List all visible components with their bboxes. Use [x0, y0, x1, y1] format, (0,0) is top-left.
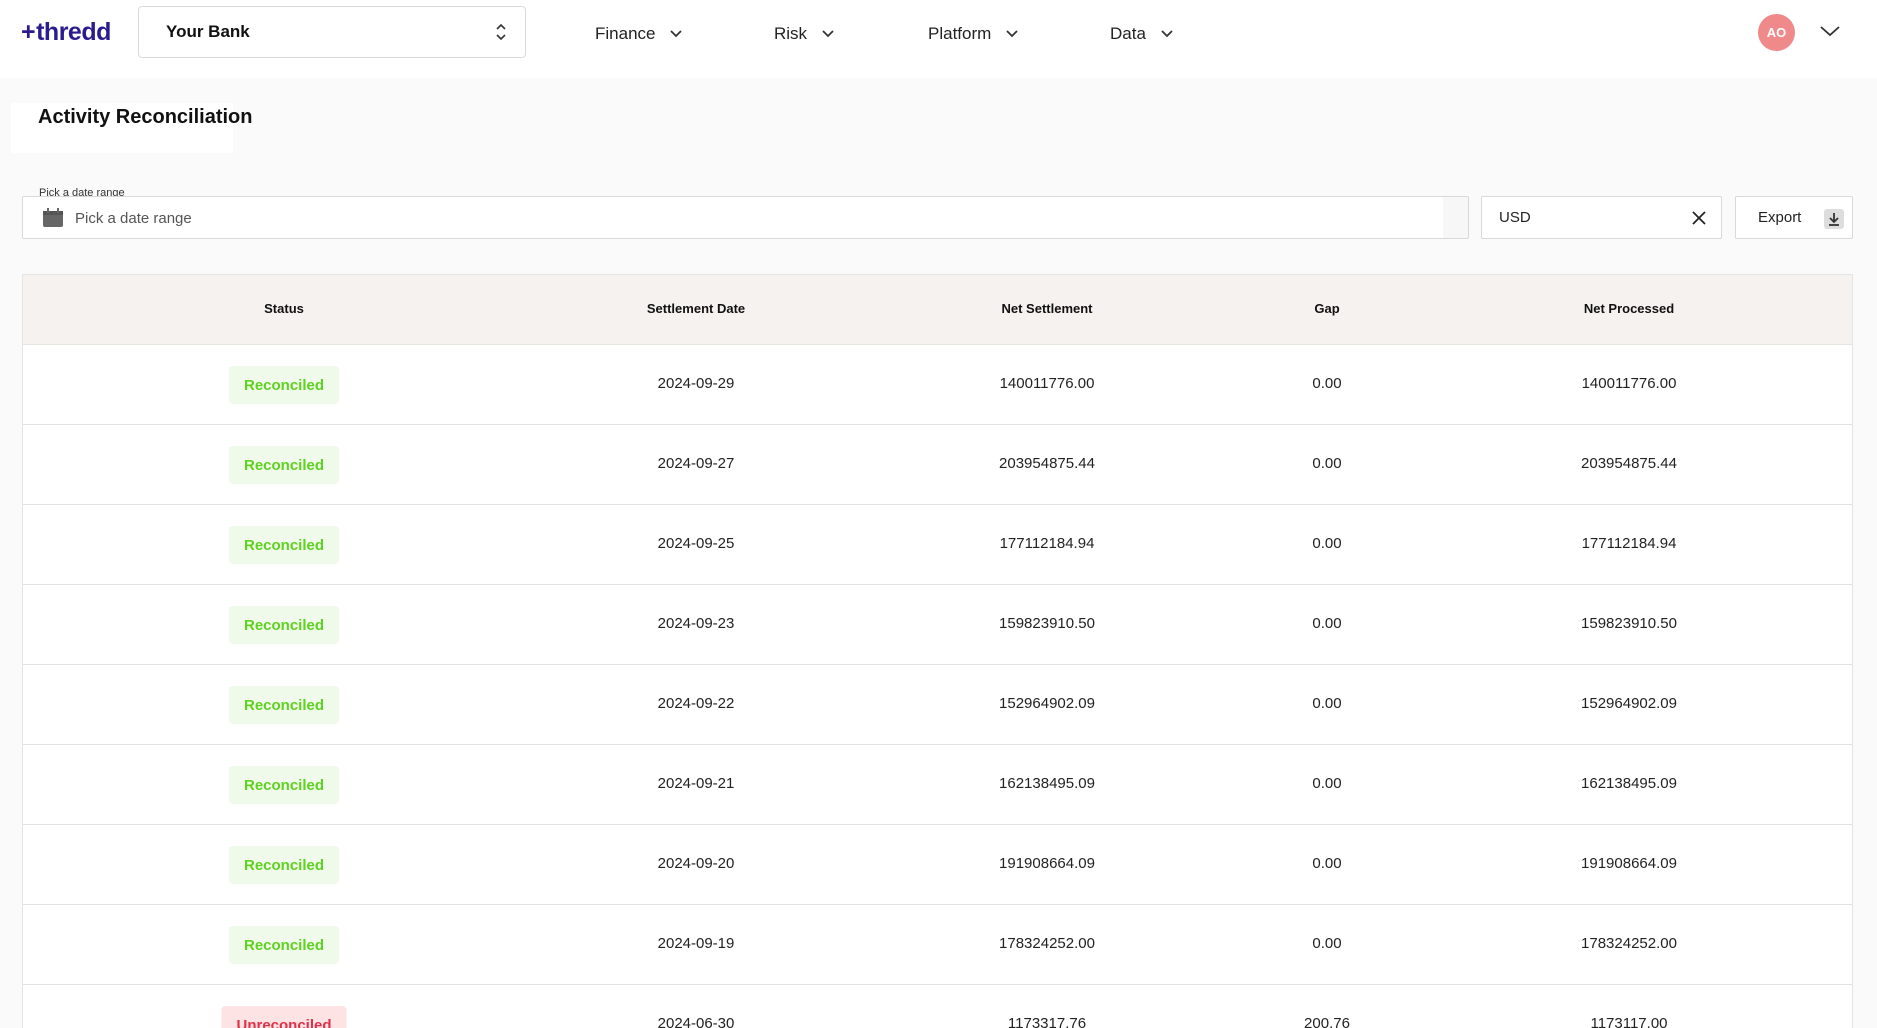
- logo-plus-icon: +: [21, 18, 36, 46]
- gap-cell: 0.00: [1312, 375, 1342, 392]
- net-settlement-cell: 191908664.09: [999, 855, 1095, 872]
- net-settlement-cell: 140011776.00: [999, 375, 1095, 392]
- table-row[interactable]: Reconciled 2024-09-25 177112184.94 0.00 …: [23, 505, 1852, 585]
- net-settlement-cell: 178324252.00: [999, 935, 1095, 952]
- thredd-logo[interactable]: +thredd: [21, 18, 111, 47]
- net-processed-cell: 140011776.00: [1581, 375, 1677, 392]
- column-header-settlement-date[interactable]: Settlement Date: [647, 301, 745, 316]
- table-row[interactable]: Reconciled 2024-09-27 203954875.44 0.00 …: [23, 425, 1852, 505]
- org-selector[interactable]: Your Bank: [138, 6, 526, 58]
- table-row[interactable]: Reconciled 2024-09-21 162138495.09 0.00 …: [23, 745, 1852, 825]
- status-badge: Reconciled: [228, 926, 340, 964]
- gap-cell: 0.00: [1312, 935, 1342, 952]
- net-processed-cell: 178324252.00: [1581, 935, 1677, 952]
- nav-risk[interactable]: Risk: [774, 24, 835, 44]
- top-bar: +thredd Your Bank Finance Risk Platform …: [0, 0, 1877, 78]
- user-initials: AO: [1766, 25, 1787, 40]
- status-badge: Reconciled: [228, 686, 340, 724]
- column-header-status[interactable]: Status: [264, 301, 304, 316]
- gap-cell: 0.00: [1312, 775, 1342, 792]
- gap-cell: 0.00: [1312, 535, 1342, 552]
- chevron-down-icon: [670, 30, 683, 38]
- user-avatar[interactable]: AO: [1758, 14, 1795, 51]
- date-range-picker[interactable]: [22, 196, 1469, 239]
- status-badge: Reconciled: [228, 446, 340, 484]
- logo-text: thredd: [36, 18, 111, 46]
- table-row[interactable]: Reconciled 2024-09-22 152964902.09 0.00 …: [23, 665, 1852, 745]
- settlement-date-cell: 2024-09-20: [657, 855, 735, 872]
- export-button[interactable]: Export: [1735, 196, 1853, 239]
- net-processed-cell: 152964902.09: [1581, 695, 1677, 712]
- close-icon[interactable]: [1691, 210, 1707, 226]
- currency-value: USD: [1499, 209, 1531, 226]
- settlement-date-cell: 2024-09-27: [657, 455, 735, 472]
- settlement-date-cell: 2024-09-25: [657, 535, 735, 552]
- date-range-input[interactable]: [75, 207, 1375, 229]
- column-header-net-processed[interactable]: Net Processed: [1584, 301, 1674, 316]
- net-processed-cell: 162138495.09: [1581, 775, 1677, 792]
- column-header-gap[interactable]: Gap: [1314, 301, 1339, 316]
- net-settlement-cell: 1173317.76: [1007, 1015, 1087, 1028]
- calendar-icon: [43, 208, 63, 227]
- currency-select[interactable]: USD: [1481, 196, 1722, 239]
- user-menu-chevron-icon[interactable]: [1819, 24, 1841, 38]
- column-header-net-settlement[interactable]: Net Settlement: [1001, 301, 1092, 316]
- org-selector-value: Your Bank: [166, 22, 250, 41]
- net-settlement-cell: 162138495.09: [999, 775, 1095, 792]
- nav-platform-label: Platform: [928, 24, 992, 43]
- page-title: Activity Reconciliation: [38, 106, 253, 128]
- status-badge: Reconciled: [228, 606, 340, 644]
- nav-finance-label: Finance: [595, 24, 656, 43]
- settlement-date-cell: 2024-09-29: [657, 375, 735, 392]
- gap-cell: 200.76: [1304, 1015, 1350, 1028]
- net-settlement-cell: 152964902.09: [999, 695, 1095, 712]
- net-settlement-cell: 159823910.50: [999, 615, 1095, 632]
- status-badge: Reconciled: [228, 766, 340, 804]
- nav-data-label: Data: [1110, 24, 1146, 43]
- status-badge: Reconciled: [228, 846, 340, 884]
- chevron-up-down-icon: [496, 23, 506, 41]
- chevron-down-icon: [822, 30, 834, 38]
- chevron-down-icon: [1161, 30, 1173, 38]
- table-row[interactable]: Reconciled 2024-09-29 140011776.00 0.00 …: [23, 345, 1852, 425]
- nav-finance[interactable]: Finance: [595, 24, 683, 44]
- chevron-down-icon: [1006, 30, 1018, 38]
- settlement-date-cell: 2024-09-22: [657, 695, 735, 712]
- download-icon: [1824, 209, 1844, 229]
- status-badge: Reconciled: [228, 526, 340, 564]
- settlement-date-cell: 2024-09-23: [657, 615, 735, 632]
- status-badge: Unreconciled: [221, 1006, 347, 1028]
- settlement-date-cell: 2024-06-30: [657, 1015, 735, 1028]
- gap-cell: 0.00: [1312, 695, 1342, 712]
- gap-cell: 0.00: [1312, 615, 1342, 632]
- settlement-date-cell: 2024-09-19: [657, 935, 735, 952]
- settlement-date-cell: 2024-09-21: [657, 775, 735, 792]
- gap-cell: 0.00: [1312, 855, 1342, 872]
- net-processed-cell: 191908664.09: [1581, 855, 1677, 872]
- net-processed-cell: 177112184.94: [1581, 535, 1677, 552]
- net-processed-cell: 159823910.50: [1581, 615, 1677, 632]
- net-processed-cell: 203954875.44: [1581, 455, 1677, 472]
- nav-data[interactable]: Data: [1110, 24, 1174, 44]
- table-row[interactable]: Unreconciled 2024-06-30 1173317.76 200.7…: [23, 985, 1852, 1028]
- table-row[interactable]: Reconciled 2024-09-19 178324252.00 0.00 …: [23, 905, 1852, 985]
- status-badge: Reconciled: [228, 366, 340, 404]
- table-row[interactable]: Reconciled 2024-09-23 159823910.50 0.00 …: [23, 585, 1852, 665]
- nav-platform[interactable]: Platform: [928, 24, 1019, 44]
- table-row[interactable]: Reconciled 2024-09-20 191908664.09 0.00 …: [23, 825, 1852, 905]
- net-processed-cell: 1173117.00: [1590, 1015, 1668, 1028]
- nav-risk-label: Risk: [774, 24, 808, 43]
- gap-cell: 0.00: [1312, 455, 1342, 472]
- table-header: Status Settlement Date Net Settlement Ga…: [23, 275, 1852, 345]
- export-label: Export: [1758, 209, 1802, 226]
- reconciliation-table: Status Settlement Date Net Settlement Ga…: [22, 274, 1853, 1028]
- net-settlement-cell: 177112184.94: [999, 535, 1095, 552]
- net-settlement-cell: 203954875.44: [999, 455, 1095, 472]
